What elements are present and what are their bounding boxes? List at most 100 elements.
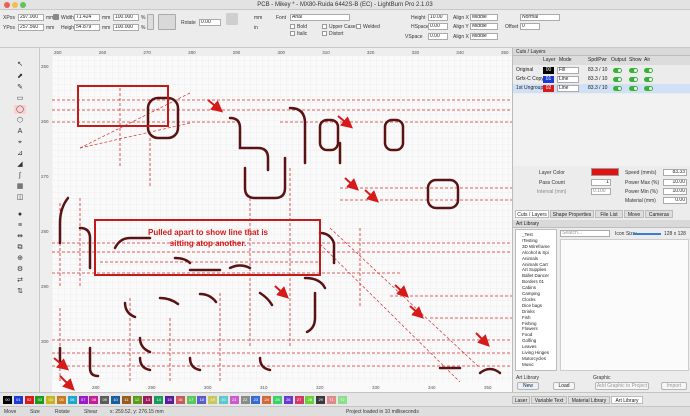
art-library-item[interactable]: Borders 01 — [522, 279, 544, 284]
status-move[interactable]: Move — [4, 409, 16, 415]
hspace-field[interactable]: 0.00 — [428, 23, 448, 30]
edit-nodes-icon[interactable]: ⬈ — [14, 72, 26, 81]
tabs-icon[interactable]: ◢ — [14, 160, 26, 169]
layer-row-1st-ungroup[interactable]: 1st Ungroup 02 Line 83.3 / 10 — [513, 84, 690, 93]
ellipse-icon[interactable]: ◯ — [14, 105, 26, 114]
art-library-item[interactable]: Clocks — [522, 297, 536, 302]
layer-mode-select[interactable]: Line — [557, 76, 579, 83]
tab-move[interactable]: Move — [624, 210, 644, 218]
palette-swatch[interactable]: 25 — [273, 396, 282, 404]
art-library-item[interactable]: 3D Wireframe — [522, 244, 550, 249]
distribute-icon[interactable]: ⇹ — [14, 232, 26, 241]
art-new-button[interactable]: New — [517, 382, 539, 390]
settings-gear-icon[interactable]: ⚙ — [14, 265, 26, 274]
power-min-field[interactable]: 10.00 — [663, 188, 687, 195]
palette-swatch[interactable]: 08 — [89, 396, 99, 404]
palette-swatch[interactable]: 15 — [165, 396, 174, 404]
art-library-item[interactable]: Ballet Dancer — [522, 273, 549, 278]
art-library-item[interactable]: Drinks — [522, 309, 535, 314]
ypos-field[interactable]: 257.560 — [18, 24, 44, 31]
palette-swatch[interactable]: 18 — [197, 396, 207, 404]
bold-checkbox[interactable] — [290, 24, 295, 29]
scale-width-field[interactable]: 100.000 — [113, 14, 139, 21]
art-library-item[interactable]: Cabins — [522, 285, 536, 290]
air-toggle[interactable] — [644, 68, 653, 73]
select-arrow-icon[interactable]: ↖ — [14, 60, 26, 69]
tab-variable-text[interactable]: Variable Text — [531, 396, 567, 404]
layer-mode-select[interactable]: Line — [557, 85, 579, 92]
tab-art-library[interactable]: Art Library — [611, 396, 643, 404]
art-library-list[interactable]: _Test !Testing 3D Wireframe Alcohol & Spi An… — [515, 229, 557, 371]
palette-swatch[interactable]: 09 — [100, 396, 110, 404]
canvas-svg[interactable]: 250 260 270 280 290 300 310 320 330 340 350 250 260… — [40, 48, 512, 392]
palette-swatch[interactable]: 07 — [78, 396, 88, 404]
palette-swatch[interactable]: 23 — [251, 396, 261, 404]
art-library-item[interactable]: Food — [522, 332, 532, 337]
material-field[interactable]: 0.00 — [663, 197, 687, 204]
palette-swatch[interactable]: 02 — [24, 396, 34, 404]
layer-color-button[interactable] — [591, 168, 619, 176]
art-library-item[interactable]: Flowers — [522, 326, 538, 331]
weld-icon[interactable]: ⊕ — [14, 254, 26, 263]
palette-swatch[interactable]: 27 — [294, 396, 304, 404]
palette-swatch[interactable]: 05 — [57, 396, 66, 404]
art-library-item[interactable]: Music — [522, 362, 534, 367]
palette-swatch[interactable]: 14 — [154, 396, 164, 404]
art-library-item[interactable]: Fish — [522, 315, 531, 320]
curve-icon[interactable]: ∫ — [14, 171, 26, 180]
add-graphic-button[interactable]: Add Graphic to Project — [595, 382, 649, 390]
grid-array-icon[interactable]: ▦ — [14, 182, 26, 191]
scale-height-field[interactable]: 100.000 — [113, 24, 139, 31]
art-library-item[interactable]: Alcohol & Spi — [522, 250, 549, 255]
art-library-item[interactable]: Leaves — [522, 344, 537, 349]
font-select[interactable]: Arial — [290, 14, 350, 21]
text-mode-select[interactable]: Normal — [520, 14, 560, 21]
rotate-ccw-icon[interactable] — [226, 13, 238, 25]
palette-swatch[interactable]: 28 — [305, 396, 315, 404]
output-toggle[interactable] — [613, 68, 622, 73]
power-max-field[interactable]: 10.00 — [663, 179, 687, 186]
art-load-button[interactable]: Load — [553, 382, 575, 390]
palette-swatch[interactable]: 01 — [13, 396, 23, 404]
lock-scale-icon[interactable] — [147, 14, 154, 30]
position-laser-icon[interactable]: ⌖ — [14, 138, 26, 147]
layer-row-grfx-copy[interactable]: Grfx-C Copy 01 Line 83.3 / 10 — [513, 75, 690, 84]
lock-ratio-icon[interactable] — [53, 14, 59, 20]
tab-material-library[interactable]: Material Library — [568, 396, 610, 404]
rectangle-icon[interactable]: ▭ — [14, 94, 26, 103]
art-library-item[interactable]: Animals — [522, 256, 538, 261]
in-radio-label[interactable]: in — [254, 25, 258, 31]
layer-row-original[interactable]: Original 00 Fill 83.3 / 10 — [513, 66, 690, 75]
pass-count-field[interactable]: 1 — [591, 179, 611, 186]
width-field[interactable]: 71.424 — [74, 14, 100, 21]
align-x-select[interactable]: Middle — [470, 14, 498, 21]
output-toggle[interactable] — [613, 86, 622, 91]
art-library-item[interactable]: Golfing — [522, 338, 536, 343]
show-toggle[interactable] — [629, 86, 638, 91]
icon-size-slider[interactable] — [633, 233, 661, 235]
art-library-item[interactable]: Dice bags — [522, 303, 542, 308]
palette-swatch[interactable]: 13 — [143, 396, 153, 404]
distort-checkbox[interactable] — [322, 31, 327, 36]
art-import-button[interactable]: Import — [661, 382, 687, 390]
palette-swatch[interactable]: 06 — [67, 396, 77, 404]
mm-radio-label[interactable]: mm — [254, 15, 262, 21]
speed-field[interactable]: 83.33 — [663, 169, 687, 176]
palette-swatch[interactable]: T2 — [337, 396, 347, 404]
palette-swatch[interactable]: 26 — [283, 396, 293, 404]
art-library-item[interactable]: _Test — [522, 232, 533, 237]
text-height-field[interactable]: 10.00 — [428, 14, 448, 21]
circle-tool-icon[interactable]: ● — [14, 210, 26, 219]
art-library-item[interactable]: Animals Cart — [522, 262, 548, 267]
palette-swatch[interactable]: 11 — [121, 396, 131, 404]
art-library-item[interactable]: !Testing — [522, 238, 538, 243]
art-library-item[interactable]: Living Hinges — [522, 350, 549, 355]
rotate-field[interactable]: 0.00 — [199, 19, 221, 26]
air-toggle[interactable] — [644, 77, 653, 82]
show-toggle[interactable] — [629, 68, 638, 73]
flip-icon[interactable]: ⇄ — [14, 276, 26, 285]
tab-file-list[interactable]: File List — [595, 210, 623, 218]
text-tool-icon[interactable]: A — [14, 127, 26, 136]
palette-swatch[interactable]: 12 — [132, 396, 142, 404]
tab-shape-properties[interactable]: Shape Properties — [550, 210, 594, 218]
